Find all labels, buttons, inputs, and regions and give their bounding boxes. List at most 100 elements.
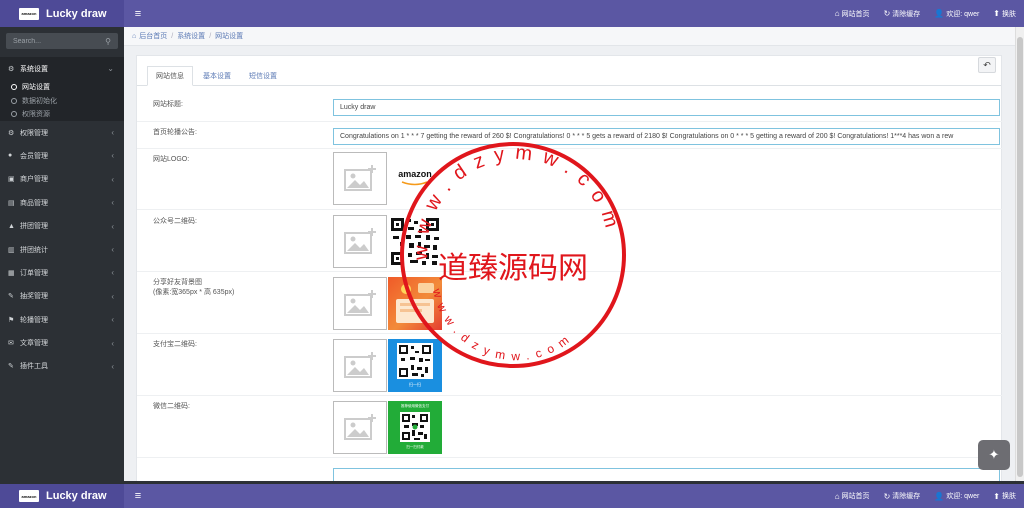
skin-icon: ⬆	[993, 9, 1000, 18]
menu-toggle-icon[interactable]: ≡	[131, 490, 145, 502]
site-title-label: 网站标题:	[153, 101, 183, 108]
alipay-qr-label: 支付宝二维码:	[153, 341, 197, 348]
carousel-label: 首页轮播公告:	[153, 129, 197, 136]
breadcrumb-item[interactable]: 系统设置	[177, 31, 205, 41]
tab-sms-settings[interactable]: 短信设置	[241, 66, 285, 86]
sidebar-search[interactable]: ⚲	[6, 33, 118, 49]
bottom-navbar: amazon Lucky draw ≡ ⌂ 网站首页 ↻ 清除缓存 👤 欢迎: qwer ⬆…	[0, 484, 1024, 508]
sidebar-subitem-1[interactable]: 数据初始化	[0, 93, 124, 108]
scrollbar-thumb[interactable]	[1017, 37, 1023, 477]
sidebar-search-input[interactable]	[13, 37, 93, 45]
brand-logo: amazon	[19, 490, 39, 502]
image-placeholder-icon[interactable]	[333, 152, 387, 205]
top-navbar: amazon Lucky draw ≡ ⌂ 网站首页 ↻ 清除缓存 👤 欢迎: qwer ⬆…	[0, 0, 1024, 27]
tab-basic-settings[interactable]: 基本设置	[195, 66, 239, 86]
sidebar-item-system-settings[interactable]: ⚙ 系统设置 ⌄	[0, 57, 124, 81]
home-icon: ⌂	[834, 491, 840, 501]
chevron-left-icon: ‹	[111, 245, 114, 255]
topbar-link-label: 欢迎: qwer	[946, 493, 980, 500]
sidebar-item-8[interactable]: ⚑ 轮播管理 ‹	[0, 308, 124, 331]
brand-logo: amazon	[19, 7, 39, 20]
carousel-input[interactable]: Congratulations on 1 * * * 7 getting the…	[333, 128, 1000, 145]
tab-site-info[interactable]: 网站信息	[147, 66, 193, 86]
sidebar-item-label: 系统设置	[20, 65, 48, 73]
share-poster-icon	[396, 283, 434, 323]
sidebar-item-label: 权限管理	[20, 129, 48, 137]
image-placeholder-icon[interactable]	[333, 277, 387, 330]
share-bg-label: 分享好友背景图 (像素:宽365px * 高 635px)	[153, 278, 234, 298]
sidebar-item-2[interactable]: ▣ 商户管理 ‹	[0, 168, 124, 191]
topbar-link-2[interactable]: 👤 欢迎: qwer	[934, 491, 979, 501]
home-icon: ⌂	[834, 9, 840, 18]
user-icon: 👤	[934, 491, 945, 501]
image-placeholder-icon[interactable]	[333, 215, 387, 268]
chevron-left-icon: ‹	[111, 174, 114, 184]
brand-name: Lucky draw	[46, 490, 107, 502]
chevron-left-icon: ‹	[111, 128, 114, 138]
sidebar-subitem-0[interactable]: 网站设置	[0, 80, 124, 94]
sidebar-item-label: 会员管理	[20, 152, 48, 160]
topbar-link-3[interactable]: ⬆ 换肤	[993, 491, 1016, 501]
wechat-qr-label: 公众号二维码:	[153, 218, 197, 225]
brand-name: Lucky draw	[46, 7, 107, 20]
sidebar-item-5[interactable]: ▥ 拼团统计 ‹	[0, 238, 124, 261]
brand[interactable]: amazon Lucky draw	[0, 484, 124, 508]
form-row-logo: 网站LOGO: amazon	[137, 149, 1003, 210]
refresh-icon: ↻	[883, 9, 891, 18]
brand[interactable]: amazon Lucky draw	[0, 0, 124, 27]
sidebar-item-label: 拼团管理	[20, 223, 48, 231]
topbar-link-3[interactable]: ⬆ 换肤	[993, 9, 1016, 19]
breadcrumb-item[interactable]: 后台首页	[139, 31, 167, 41]
flag-icon: ⚑	[8, 316, 15, 324]
site-title-input[interactable]: Lucky draw	[333, 99, 1000, 116]
sidebar-group-system: ⚙ 系统设置 ⌄ 网站设置 数据初始化 权限资源	[0, 57, 124, 121]
menu-toggle-icon[interactable]: ≡	[131, 8, 145, 20]
sidebar-item-0[interactable]: ⚙ 权限管理 ‹	[0, 121, 124, 144]
weixin-top-text: 推荐使用微信支付	[401, 404, 429, 408]
magic-wand-icon: ✦	[988, 447, 1000, 462]
circle-icon	[11, 97, 17, 104]
image-placeholder-icon[interactable]	[333, 339, 387, 392]
sidebar-item-10[interactable]: ✎ 插件工具 ‹	[0, 355, 124, 378]
sidebar-item-label: 商品管理	[20, 199, 48, 207]
sidebar-item-6[interactable]: ▦ 订单管理 ‹	[0, 261, 124, 284]
sidebar-subitem-2[interactable]: 权限资源	[0, 107, 124, 121]
share-bg-hint: (像素:宽365px * 高 635px)	[153, 289, 235, 296]
amazon-logo-text: amazon	[398, 169, 432, 179]
form-row-next	[137, 458, 1003, 481]
next-input[interactable]	[333, 468, 1000, 481]
form-row-carousel: 首页轮播公告: Congratulations on 1 * * * 7 get…	[137, 122, 1003, 149]
topbar-link-label: 网站首页	[841, 10, 870, 18]
image-placeholder-icon[interactable]	[333, 401, 387, 454]
topbar-link-2[interactable]: 👤 欢迎: qwer	[934, 9, 979, 19]
top-right-links: ⌂ 网站首页 ↻ 清除缓存 👤 欢迎: qwer ⬆ 换肤	[821, 9, 1024, 19]
alipay-caption: 扫一扫	[409, 382, 421, 387]
chevron-left-icon: ‹	[111, 151, 114, 161]
weixin-qr-label: 微信二维码:	[153, 403, 190, 410]
topbar-link-1[interactable]: ↻ 清除缓存	[884, 491, 921, 501]
share-bg-title: 分享好友背景图	[153, 279, 202, 286]
wrench-icon: ✎	[8, 293, 14, 301]
topbar-link-0[interactable]: ⌂ 网站首页	[835, 491, 870, 501]
topbar-link-1[interactable]: ↻ 清除缓存	[884, 9, 921, 19]
weixin-qr-thumbnail: 推荐使用微信支付 扫一扫付款	[388, 401, 442, 454]
magic-wand-button[interactable]: ✦	[978, 440, 1010, 470]
back-button[interactable]: ↶	[978, 57, 996, 73]
form-row-wechat-qr: 公众号二维码:	[137, 210, 1003, 272]
amazon-smile-icon	[401, 181, 428, 186]
topbar-link-0[interactable]: ⌂ 网站首页	[835, 9, 870, 19]
chevron-left-icon: ‹	[111, 361, 114, 371]
sidebar-item-label: 商户管理	[20, 176, 48, 184]
sidebar-item-4[interactable]: ▲ 拼团管理 ‹	[0, 214, 124, 237]
sidebar-subitem-label: 网站设置	[22, 84, 50, 92]
sidebar-item-9[interactable]: ✉ 文章管理 ‹	[0, 331, 124, 354]
search-icon[interactable]: ⚲	[105, 37, 111, 46]
form-row-site-title: 网站标题: Lucky draw	[137, 94, 1003, 122]
topbar-link-label: 清除缓存	[892, 493, 921, 500]
circle-icon	[11, 84, 17, 91]
sidebar-item-7[interactable]: ✎ 抽奖管理 ‹	[0, 285, 124, 308]
sidebar-item-1[interactable]: ● 会员管理 ‹	[0, 144, 124, 167]
chart-icon: ▥	[8, 246, 15, 254]
sidebar-item-3[interactable]: ▤ 商品管理 ‹	[0, 191, 124, 214]
scrollbar[interactable]	[1015, 27, 1024, 481]
